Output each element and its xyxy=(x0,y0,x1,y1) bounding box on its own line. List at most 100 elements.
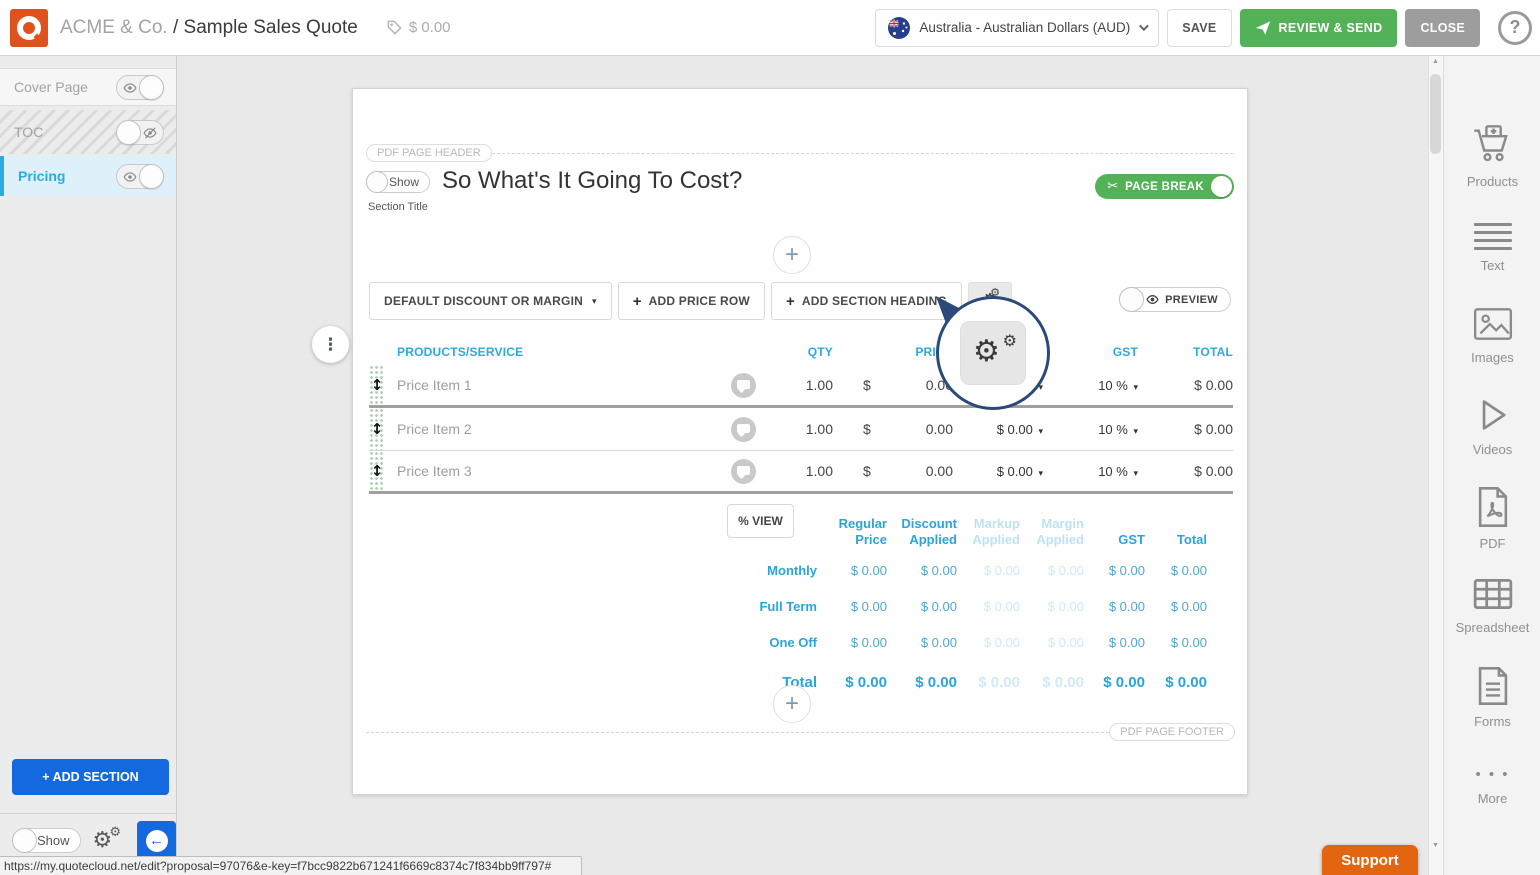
rail-item-text[interactable]: Text xyxy=(1444,218,1540,273)
scroll-up-arrow[interactable]: ▲ xyxy=(1429,58,1442,65)
pricing-visibility-toggle[interactable] xyxy=(116,164,164,189)
drag-handle[interactable]: ↕ xyxy=(369,365,385,405)
sidebar-settings-gear-icon[interactable]: ⚙ ⚙ xyxy=(93,828,120,854)
add-content-block-button[interactable]: + xyxy=(773,236,811,274)
price-field[interactable]: $ 0.00 xyxy=(833,421,953,437)
sidebar-item-toc[interactable]: TOC xyxy=(0,110,176,154)
plus-icon: + xyxy=(633,293,642,310)
breadcrumb-company: ACME & Co. xyxy=(60,17,168,38)
summary-value: $ 0.00 xyxy=(957,624,1020,660)
default-discount-or-margin-dropdown[interactable]: DEFAULT DISCOUNT OR MARGIN ▾ xyxy=(369,282,612,320)
discount-dropdown[interactable]: $ 0.00 ▾ xyxy=(953,422,1043,437)
discount-dropdown[interactable]: $ 0.00 ▾ xyxy=(953,464,1043,479)
col-price: PRICE xyxy=(833,345,953,359)
breadcrumb-document-title[interactable]: Sample Sales Quote xyxy=(184,17,358,38)
pdf-page-canvas: PDF PAGE HEADER Show So What's It Going … xyxy=(352,88,1248,795)
add-price-row-button[interactable]: + ADD PRICE ROW xyxy=(618,282,765,320)
rail-item-forms[interactable]: Forms xyxy=(1444,666,1540,729)
gst-dropdown[interactable]: 10 % ▾ xyxy=(1043,464,1138,479)
sidebar-item-label: Pricing xyxy=(18,168,65,184)
section-title-caption: Section Title xyxy=(368,201,428,213)
qty-field[interactable]: 1.00 xyxy=(763,421,833,437)
summary-row-full-term: Full Term xyxy=(727,588,817,624)
cover-page-visibility-toggle[interactable] xyxy=(116,75,164,100)
summary-value: $ 0.00 xyxy=(887,660,957,704)
help-button[interactable]: ? xyxy=(1498,11,1532,45)
col-gst: GST xyxy=(1043,345,1138,359)
price-item-name[interactable]: Price Item 1 xyxy=(385,377,723,393)
row-total: $ 0.00 xyxy=(1138,421,1233,437)
tag-icon xyxy=(386,19,403,36)
col-products-service: PRODUCTS/SERVICE xyxy=(385,345,723,359)
page-break-toggle[interactable]: ✂ PAGE BREAK xyxy=(1095,174,1234,199)
price-field[interactable]: $ 0.00 xyxy=(833,463,953,479)
comment-bubble-icon[interactable] xyxy=(731,373,756,398)
pdf-page-header-label: PDF PAGE HEADER xyxy=(366,144,492,162)
preview-toggle[interactable]: PREVIEW xyxy=(1119,287,1231,312)
quote-total-value: $ 0.00 xyxy=(409,19,451,36)
percent-view-button[interactable]: % VIEW xyxy=(727,504,794,538)
price-item-name[interactable]: Price Item 3 xyxy=(385,463,723,479)
top-bar-actions: Australia - Australian Dollars (AUD) SAV… xyxy=(875,9,1532,47)
close-button[interactable]: CLOSE xyxy=(1405,9,1480,47)
scrollbar-thumb[interactable] xyxy=(1430,74,1441,154)
rail-item-images[interactable]: Images xyxy=(1444,306,1540,365)
currency-symbol: $ xyxy=(863,421,871,437)
drag-handle[interactable]: ↕ xyxy=(369,451,385,491)
rail-item-products[interactable]: Products xyxy=(1444,124,1540,189)
collapse-sidebar-button[interactable]: ← xyxy=(137,821,176,861)
toc-visibility-toggle[interactable] xyxy=(116,120,164,145)
row-total: $ 0.00 xyxy=(1138,377,1233,393)
comment-bubble-icon[interactable] xyxy=(731,417,756,442)
sidebar-show-toggle[interactable]: Show xyxy=(12,828,81,853)
sidebar-item-cover-page[interactable]: Cover Page xyxy=(0,68,176,106)
vertical-scrollbar[interactable] xyxy=(1428,56,1443,875)
qty-field[interactable]: 1.00 xyxy=(763,377,833,393)
currency-selector[interactable]: Australia - Australian Dollars (AUD) xyxy=(875,9,1159,47)
rail-item-videos[interactable]: Videos xyxy=(1444,396,1540,457)
rail-item-spreadsheet[interactable]: Spreadsheet xyxy=(1444,576,1540,635)
summary-value: $ 0.00 xyxy=(1084,552,1145,588)
rail-item-more[interactable]: • • • More xyxy=(1444,756,1540,806)
pricing-toolbar: DEFAULT DISCOUNT OR MARGIN ▾ + ADD PRICE… xyxy=(369,282,1012,320)
review-and-send-button[interactable]: REVIEW & SEND xyxy=(1240,9,1398,47)
eye-icon xyxy=(1146,293,1159,306)
currency-symbol: $ xyxy=(863,377,871,393)
pdf-page-header-divider: PDF PAGE HEADER xyxy=(366,144,1233,162)
sidebar-item-label: TOC xyxy=(14,124,43,140)
add-section-heading-button[interactable]: + ADD SECTION HEADING xyxy=(771,282,962,320)
section-title-show-toggle[interactable]: Show xyxy=(366,171,430,193)
summary-col-total: Total xyxy=(1145,504,1207,552)
sidebar-item-pricing[interactable]: Pricing xyxy=(0,156,176,196)
save-button[interactable]: SAVE xyxy=(1167,9,1231,47)
row-total: $ 0.00 xyxy=(1138,463,1233,479)
section-title-text[interactable]: So What's It Going To Cost? xyxy=(442,167,742,195)
add-section-button[interactable]: + ADD SECTION xyxy=(12,759,169,795)
summary-col-margin-applied: Margin Applied xyxy=(1020,504,1084,552)
summary-value: $ 0.00 xyxy=(1020,624,1084,660)
price-table-header: PRODUCTS/SERVICE QTY PRICE GST TOTAL xyxy=(369,339,1233,365)
sidebar-item-label: Cover Page xyxy=(14,79,88,95)
drag-handle[interactable]: ↕ xyxy=(369,408,385,450)
gst-dropdown[interactable]: 10 % ▾ xyxy=(1043,378,1138,393)
price-item-name[interactable]: Price Item 2 xyxy=(385,421,723,437)
text-lines-icon xyxy=(1474,218,1512,250)
eye-icon xyxy=(123,170,137,184)
scroll-down-arrow[interactable]: ▼ xyxy=(1429,842,1442,849)
price-field[interactable]: $ 0.00 xyxy=(833,377,953,393)
summary-value: $ 0.00 xyxy=(887,588,957,624)
spreadsheet-grid-icon xyxy=(1472,576,1514,612)
magnified-settings-button[interactable]: ⚙ ⚙ xyxy=(960,321,1026,385)
gst-dropdown[interactable]: 10 % ▾ xyxy=(1043,422,1138,437)
support-button[interactable]: Support xyxy=(1322,845,1418,875)
section-options-kebab-button[interactable]: ⋮ xyxy=(312,326,349,363)
ellipsis-icon: • • • xyxy=(1475,756,1509,783)
summary-value: $ 0.00 xyxy=(817,552,887,588)
summary-value: $ 0.00 xyxy=(1145,624,1207,660)
add-content-block-button[interactable]: + xyxy=(773,685,811,723)
qty-field[interactable]: 1.00 xyxy=(763,463,833,479)
browser-status-bar: https://my.quotecloud.net/edit?proposal=… xyxy=(0,856,582,875)
comment-bubble-icon[interactable] xyxy=(731,459,756,484)
chevron-down-icon xyxy=(1139,21,1149,31)
rail-item-pdf[interactable]: PDF xyxy=(1444,486,1540,551)
